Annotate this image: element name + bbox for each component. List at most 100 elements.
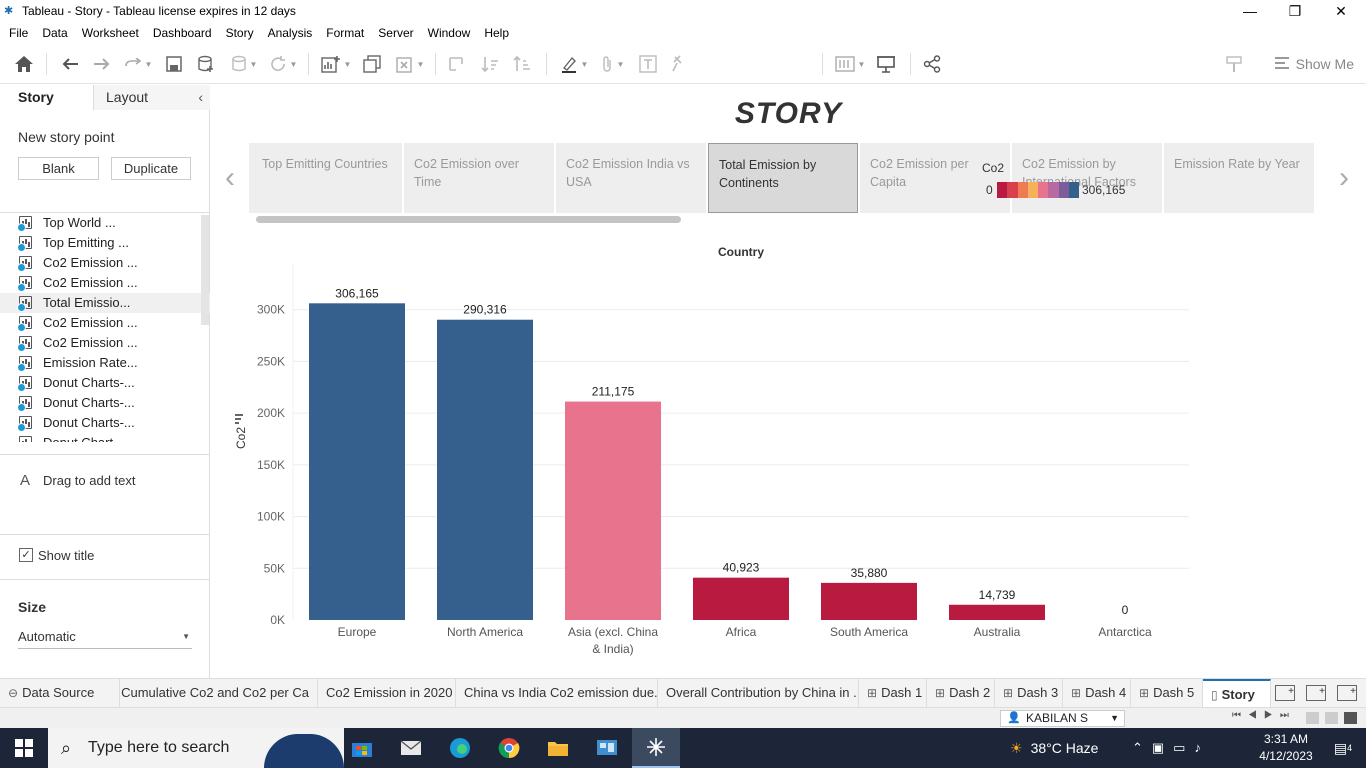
story-point-item[interactable]: Top World ... <box>0 213 210 233</box>
system-tray-icons[interactable]: ⌃▣▭♪ <box>1132 728 1210 768</box>
edge-browser-icon[interactable] <box>436 728 484 768</box>
mail-icon[interactable] <box>387 728 435 768</box>
notifications-icon[interactable]: ▤ 4 <box>1320 728 1366 768</box>
home-icon[interactable] <box>12 52 36 76</box>
new-dashboard-tab-icon[interactable]: + <box>1306 685 1326 701</box>
story-point-item[interactable]: Donut Charts-... <box>0 393 210 413</box>
sheet-tab[interactable]: Cumulative Co2 and Co2 per Ca... <box>120 679 318 708</box>
bar-value-label: 40,923 <box>723 561 760 575</box>
story-point-item[interactable]: Donut Charts-... <box>0 373 210 393</box>
cards-icon[interactable]: ▼ <box>832 52 868 76</box>
sort-ascending-icon[interactable] <box>478 52 502 76</box>
undo-icon[interactable] <box>58 52 82 76</box>
menu-data[interactable]: Data <box>35 22 74 44</box>
collapse-sidebar-icon[interactable]: ‹ <box>198 85 203 110</box>
share-icon[interactable] <box>920 52 944 76</box>
bar[interactable] <box>693 577 789 620</box>
refresh-icon[interactable]: ▼ <box>264 52 302 76</box>
new-worksheet-tab-icon[interactable]: + <box>1275 685 1295 701</box>
restore-icon[interactable]: ❐ <box>1272 0 1318 22</box>
blank-button[interactable]: Blank <box>18 157 99 180</box>
sheet-tab[interactable]: Co2 Emission in 2020 <box>318 679 456 708</box>
sheet-tab[interactable]: ⊞ Dash 5 <box>1131 679 1203 708</box>
chrome-browser-icon[interactable] <box>485 728 533 768</box>
story-point-item[interactable]: Top Emitting ... <box>0 233 210 253</box>
sheet-tab[interactable]: China vs India Co2 emission due... <box>456 679 658 708</box>
sort-icon[interactable] <box>235 414 243 424</box>
menu-help[interactable]: Help <box>477 22 516 44</box>
sheet-tab[interactable]: ⊞ Dash 4 <box>1063 679 1131 708</box>
show-mark-labels-icon[interactable] <box>636 52 660 76</box>
menu-window[interactable]: Window <box>421 22 478 44</box>
data-source-tab[interactable]: ⊖ Data Source <box>0 679 120 708</box>
sheet-tab[interactable]: ⊞ Dash 1 <box>859 679 927 708</box>
sheet-tab[interactable]: ⊞ Dash 3 <box>995 679 1063 708</box>
menu-format[interactable]: Format <box>319 22 371 44</box>
story-point-item-label: Emission Rate... <box>43 355 138 370</box>
duplicate-sheet-icon[interactable] <box>360 52 384 76</box>
sheet-tab[interactable]: Overall Contribution by China in ... <box>658 679 859 708</box>
story-point-item[interactable]: Emission Rate... <box>0 353 210 373</box>
redo-icon[interactable] <box>90 52 114 76</box>
menu-analysis[interactable]: Analysis <box>261 22 320 44</box>
color-legend-ramp[interactable] <box>997 182 1079 198</box>
sheet-tab[interactable]: ⊞ Dash 2 <box>927 679 995 708</box>
pause-updates-icon[interactable]: ▼ <box>226 52 262 76</box>
highlight-icon[interactable]: ▼ <box>556 52 592 76</box>
weather-widget[interactable]: ☀ 38°C Haze <box>1010 728 1098 768</box>
fix-axes-icon[interactable] <box>666 52 690 76</box>
user-menu[interactable]: 👤 KABILAN S ▼ <box>1000 710 1125 727</box>
duplicate-button[interactable]: Duplicate <box>111 157 191 180</box>
story-point-list-scrollbar[interactable] <box>201 215 209 325</box>
menu-server[interactable]: Server <box>371 22 420 44</box>
menu-story[interactable]: Story <box>219 22 261 44</box>
sheet-view-toggles[interactable] <box>1306 712 1357 724</box>
tab-story[interactable]: Story <box>0 85 93 110</box>
sheet-navigation[interactable]: ⏮◀▶⏭ <box>1232 710 1296 721</box>
story-point-item[interactable]: Total Emissio... <box>0 293 210 313</box>
size-dropdown[interactable]: Automatic ▼ <box>18 629 192 649</box>
taskbar-clock[interactable]: 3:31 AM 4/12/2023 <box>1256 731 1316 765</box>
menu-dashboard[interactable]: Dashboard <box>146 22 219 44</box>
story-point-item[interactable]: Co2 Emission ... <box>0 253 210 273</box>
save-icon[interactable] <box>162 52 186 76</box>
story-point-item[interactable]: Co2 Emission ... <box>0 333 210 353</box>
taskbar-search-box[interactable]: ⌕ Type here to search <box>48 728 344 768</box>
sheet-tab-label: China vs India Co2 emission due... <box>464 685 658 700</box>
bar[interactable] <box>565 401 661 620</box>
bar[interactable] <box>821 582 917 620</box>
bar[interactable] <box>437 319 533 620</box>
show-title-label: Show title <box>38 548 95 563</box>
microsoft-store-icon[interactable] <box>338 728 386 768</box>
story-point-item[interactable]: Donut Charts-... <box>0 413 210 433</box>
drag-text-object[interactable]: A Drag to add text <box>0 454 210 534</box>
bar[interactable] <box>949 604 1045 620</box>
story-point-item[interactable]: Donut Chart... <box>0 433 210 442</box>
menu-file[interactable]: File <box>2 22 35 44</box>
sort-descending-icon[interactable] <box>510 52 534 76</box>
replay-icon[interactable]: ▼ <box>120 52 156 76</box>
windows-start-icon[interactable] <box>0 728 48 768</box>
bar[interactable] <box>309 303 405 620</box>
new-data-source-icon[interactable] <box>194 52 218 76</box>
show-me-label: Show Me <box>1295 56 1354 72</box>
story-point-item[interactable]: Co2 Emission ... <box>0 273 210 293</box>
new-story-tab-icon[interactable]: + <box>1337 685 1357 701</box>
format-painter-icon[interactable] <box>1222 52 1246 76</box>
swap-rows-columns-icon[interactable] <box>444 52 468 76</box>
menu-worksheet[interactable]: Worksheet <box>75 22 146 44</box>
new-worksheet-icon[interactable]: ▼ <box>318 52 354 76</box>
file-explorer-icon[interactable] <box>534 728 582 768</box>
control-panel-icon[interactable] <box>583 728 631 768</box>
group-members-icon[interactable]: ▼ <box>594 52 630 76</box>
show-title-checkbox[interactable]: ✓ <box>19 548 33 562</box>
close-icon[interactable]: ✕ <box>1318 0 1364 22</box>
minimize-icon[interactable]: — <box>1227 0 1273 22</box>
tableau-taskbar-icon[interactable] <box>632 728 680 768</box>
tab-layout[interactable]: Layout <box>93 85 210 110</box>
presentation-mode-icon[interactable] <box>874 52 898 76</box>
story-tab[interactable]: ▯ Story <box>1203 679 1271 708</box>
clear-sheet-icon[interactable]: ▼ <box>392 52 428 76</box>
story-point-item[interactable]: Co2 Emission ... <box>0 313 210 333</box>
show-me-button[interactable]: Show Me <box>1274 52 1354 76</box>
